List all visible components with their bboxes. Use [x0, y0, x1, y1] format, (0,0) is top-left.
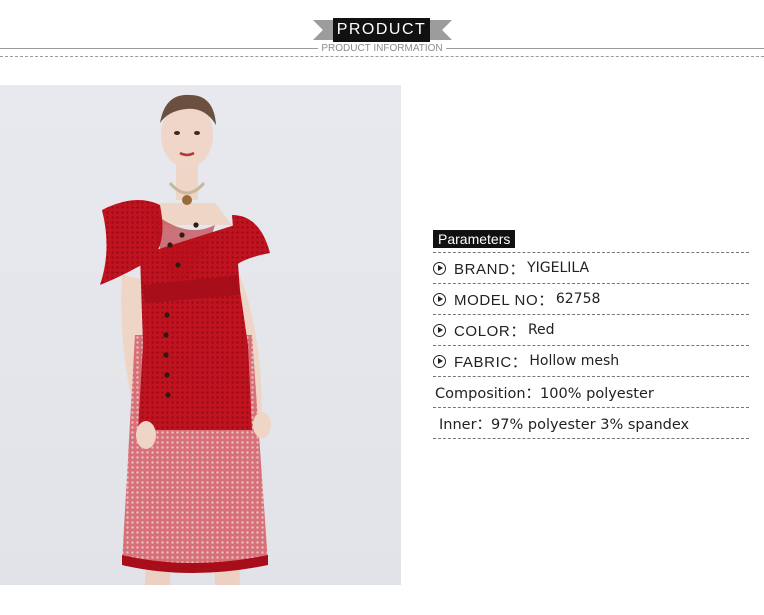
arrow-circle-icon — [433, 261, 446, 275]
param-row-brand: BRAND： YIGELILA — [433, 253, 749, 284]
param-value: Hollow mesh — [529, 353, 620, 369]
ribbon-left-icon — [313, 20, 335, 40]
product-photo — [0, 85, 401, 585]
section-title: PRODUCT — [333, 18, 430, 42]
param-row-composition: Composition：100% polyester — [433, 377, 749, 408]
param-label: FABRIC： — [454, 353, 528, 371]
param-label: BRAND： — [454, 260, 526, 278]
arrow-circle-icon — [433, 292, 446, 306]
header-dashed-rule — [0, 56, 764, 57]
param-value: 62758 — [555, 291, 601, 307]
param-row-inner: Inner：97% polyester 3% spandex — [433, 408, 749, 439]
param-value: YIGELILA — [527, 260, 590, 276]
param-label: MODEL NO： — [454, 291, 554, 309]
inner-text: Inner：97% polyester 3% spandex — [439, 416, 690, 433]
param-row-model: MODEL NO： 62758 — [433, 284, 749, 315]
param-value: Red — [527, 322, 555, 338]
parameters-title: Parameters — [433, 230, 516, 248]
parameters-panel: Parameters BRAND： YIGELILA MODEL NO： 627… — [433, 230, 749, 439]
dress-photo-illustration — [100, 94, 271, 585]
arrow-circle-icon — [433, 354, 446, 368]
arrow-circle-icon — [433, 323, 446, 337]
param-label: COLOR： — [454, 322, 526, 340]
param-row-fabric: FABRIC： Hollow mesh — [433, 346, 749, 377]
composition-text: Composition：100% polyester — [435, 385, 654, 402]
section-subtitle: PRODUCT INFORMATION — [318, 43, 446, 55]
ribbon-right-icon — [430, 20, 452, 40]
param-row-color: COLOR： Red — [433, 315, 749, 346]
